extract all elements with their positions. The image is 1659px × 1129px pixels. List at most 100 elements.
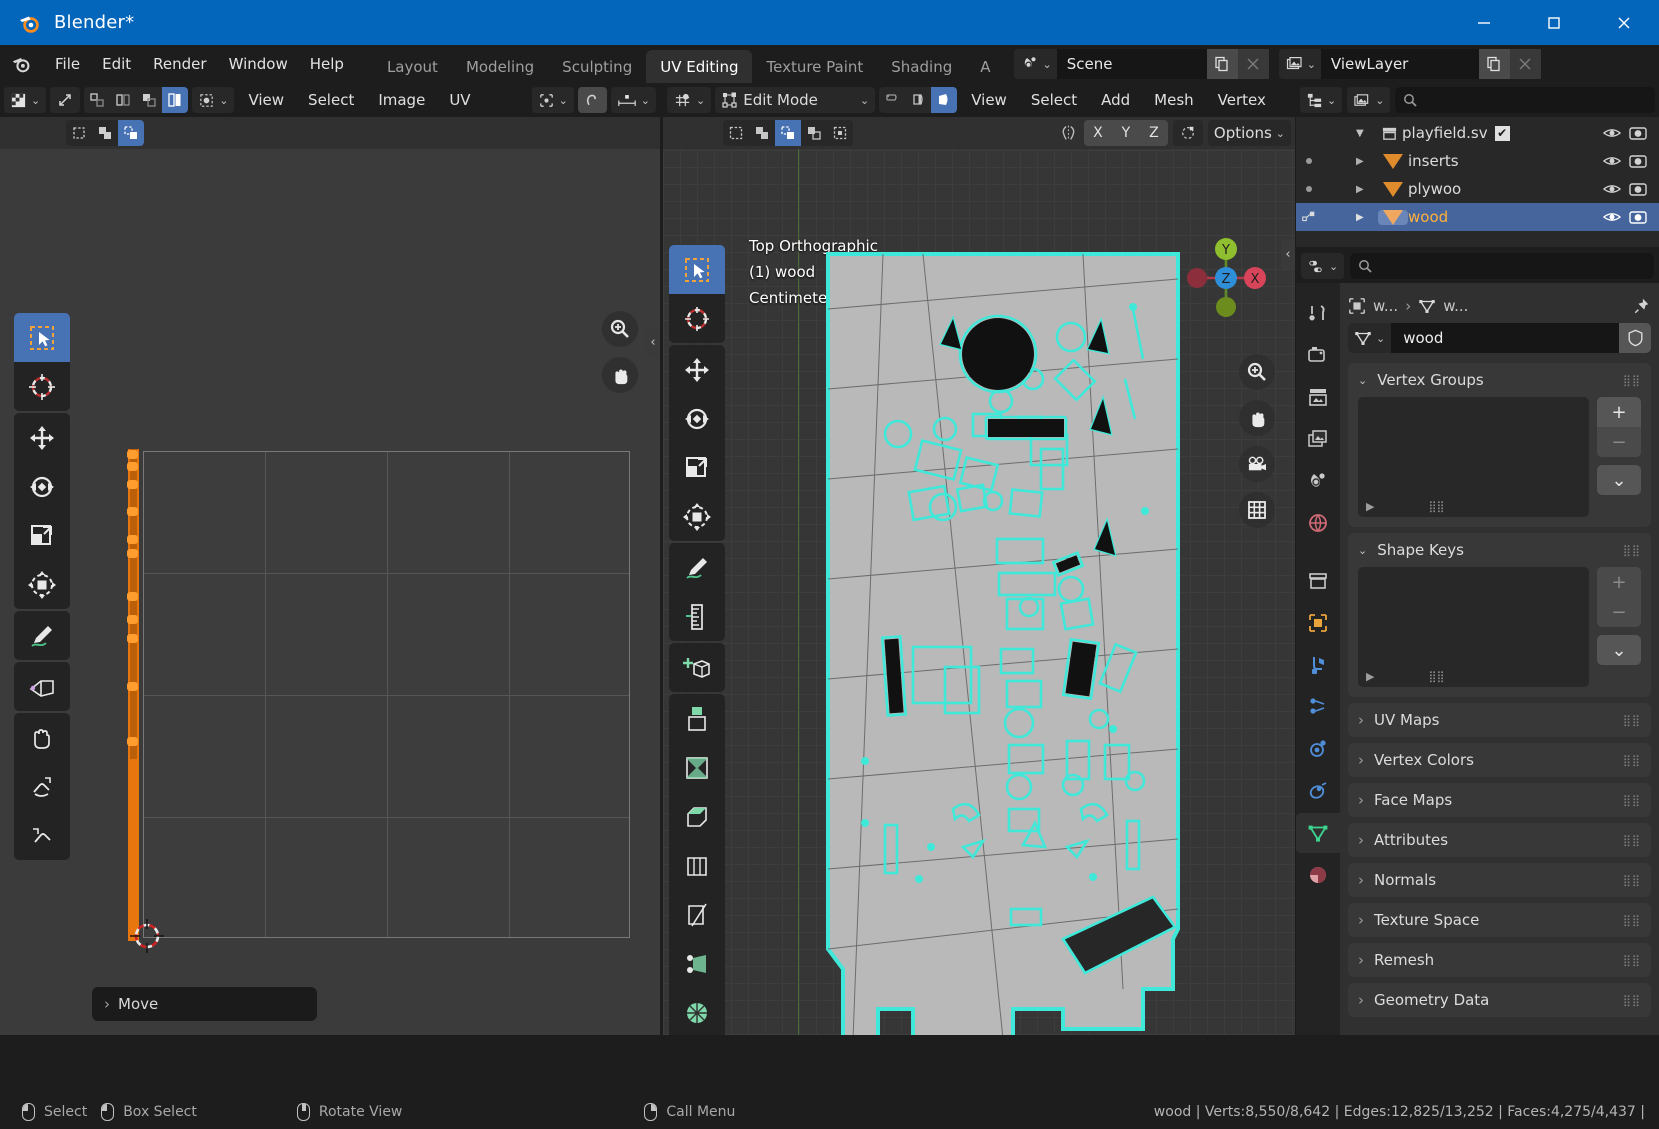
chevron-right-icon[interactable]: ▶ (1366, 670, 1374, 683)
uv-tool-pinch-brush[interactable] (14, 811, 70, 860)
uv-tool-move[interactable] (14, 413, 70, 462)
uv-proportional-editing-toggle[interactable]: ⌄ (610, 87, 656, 113)
add-shape-key-button[interactable]: + (1597, 567, 1641, 597)
toggle-ortho-gizmo[interactable] (1239, 492, 1275, 528)
uv-sticky-disabled[interactable] (66, 120, 92, 146)
expand-triangle-icon[interactable]: ▶ (1356, 212, 1378, 223)
breadcrumb-object-label[interactable]: w... (1373, 297, 1398, 315)
pan-gizmo[interactable] (602, 357, 638, 393)
v3d-tool-spin[interactable] (669, 988, 725, 1035)
uv-menu-view[interactable]: View (238, 87, 294, 113)
v3d-tool-extrude-region[interactable] (669, 694, 725, 743)
panel-shape-keys-header[interactable]: ⌄ Shape Keys ⣿⣿ (1348, 533, 1651, 567)
mirror-axis-y[interactable]: Y (1111, 120, 1140, 146)
new-scene-button[interactable] (1206, 49, 1238, 79)
properties-tab-render[interactable] (1296, 335, 1340, 375)
panel-geometry-data[interactable]: › Geometry Data ⣿⣿ (1348, 983, 1651, 1017)
v3d-tool-transform[interactable] (669, 492, 725, 541)
new-viewlayer-button[interactable] (1478, 49, 1510, 79)
viewport-navigation-gizmo[interactable]: Y Z X (1187, 238, 1271, 319)
properties-editor-type-selector[interactable]: ⌄ (1301, 253, 1345, 279)
v3d-select-set[interactable] (723, 120, 749, 146)
v3d-select-extend[interactable] (749, 120, 775, 146)
camera-icon[interactable] (1625, 153, 1651, 169)
v3d-tool-add-cube[interactable] (669, 643, 725, 692)
scene-name-field[interactable]: Scene (1056, 49, 1207, 79)
drag-grip-icon[interactable]: ⣿⣿ (1623, 994, 1641, 1007)
outliner-row-wood[interactable]: ▶ wood (1296, 203, 1659, 231)
v3d-select-subtract[interactable] (801, 120, 827, 146)
properties-tab-constraints[interactable] (1296, 771, 1340, 811)
camera-view-gizmo[interactable] (1239, 446, 1275, 482)
v3d-vertex-select-mode[interactable] (879, 87, 905, 113)
uv-edge-select-mode[interactable] (110, 87, 136, 113)
eye-icon[interactable] (1599, 182, 1625, 196)
properties-tab-collection[interactable] (1296, 561, 1340, 601)
v3d-tool-bevel[interactable] (669, 792, 725, 841)
uv-sticky-shared-location[interactable] (92, 120, 118, 146)
uv-editor-type-selector[interactable]: ⌄ (4, 87, 47, 113)
panel-vertex-groups-header[interactable]: ⌄ Vertex Groups ⣿⣿ (1348, 363, 1651, 397)
uv-canvas[interactable]: ‹ › Move (0, 149, 660, 1035)
drag-grip-icon[interactable]: ⣿⣿ (1623, 374, 1641, 387)
uv-pivot-point-selector[interactable]: ⌄ (192, 87, 235, 113)
v3d-menu-mesh[interactable]: Mesh (1144, 87, 1204, 113)
workspace-tab-layout[interactable]: Layout (373, 50, 452, 83)
v3d-menu-view[interactable]: View (961, 87, 1017, 113)
vertex-groups-list[interactable]: ▶ ⣿⣿ (1358, 397, 1589, 517)
workspace-tab-modeling[interactable]: Modeling (452, 50, 548, 83)
outliner-filter-selector[interactable]: ⌄ (1347, 87, 1391, 113)
outliner-search-input[interactable] (1395, 87, 1655, 113)
v3d-menu-vertex[interactable]: Vertex (1208, 87, 1276, 113)
workspace-tab-animation[interactable]: A (966, 50, 1004, 83)
v3d-tool-loop-cut[interactable] (669, 841, 725, 890)
eye-icon[interactable] (1599, 210, 1625, 224)
breadcrumb-data-label[interactable]: w... (1443, 297, 1468, 315)
drag-grip-icon[interactable]: ⣿⣿ (1623, 914, 1641, 927)
zoom-gizmo[interactable] (1239, 354, 1275, 390)
outliner-row-inserts[interactable]: ▶ inserts (1296, 147, 1659, 175)
camera-icon[interactable] (1625, 209, 1651, 225)
drag-grip-icon[interactable]: ⣿⣿ (1623, 834, 1641, 847)
panel-normals[interactable]: › Normals ⣿⣿ (1348, 863, 1651, 897)
properties-tab-particles[interactable] (1296, 687, 1340, 727)
uv-tool-tweak[interactable] (14, 313, 70, 362)
uv-menu-select[interactable]: Select (298, 87, 364, 113)
remove-shape-key-button[interactable]: − (1597, 597, 1641, 627)
uv-sticky-shared-vertex[interactable] (118, 120, 144, 146)
vertex-group-specials-button[interactable]: ⌄ (1597, 465, 1641, 495)
mirror-axis-x[interactable]: X (1083, 120, 1112, 146)
panel-face-maps[interactable]: › Face Maps ⣿⣿ (1348, 783, 1651, 817)
v3d-tool-knife[interactable] (669, 890, 725, 939)
zoom-gizmo[interactable] (602, 311, 638, 347)
drag-grip-icon[interactable]: ⣿⣿ (1623, 754, 1641, 767)
drag-grip-icon[interactable]: ⣿⣿ (1623, 954, 1641, 967)
pan-gizmo[interactable] (1239, 400, 1275, 436)
uv-face-select-mode[interactable] (136, 87, 162, 113)
properties-tab-physics[interactable] (1296, 729, 1340, 769)
3d-viewport-canvas[interactable]: Top Orthographic (1) wood Centimeters Y … (663, 149, 1295, 1035)
v3d-tool-poly-build[interactable] (669, 939, 725, 988)
uv-snap-toggle[interactable] (577, 87, 607, 113)
mesh-name-field[interactable]: wood (1391, 323, 1619, 353)
resize-grip-icon[interactable]: ⣿⣿ (1428, 500, 1444, 513)
resize-grip-icon[interactable]: ⣿⣿ (1428, 670, 1444, 683)
uv-tool-scale[interactable] (14, 511, 70, 560)
menu-window[interactable]: Window (218, 45, 299, 83)
menu-render[interactable]: Render (142, 45, 217, 83)
v3d-snap-selector[interactable]: ⌄ (667, 87, 712, 113)
eye-icon[interactable] (1599, 126, 1625, 140)
outliner-row-playfield[interactable]: ▼ playfield.sv ✔ (1296, 119, 1659, 147)
shape-key-specials-button[interactable]: ⌄ (1597, 635, 1641, 665)
pin-icon[interactable] (1633, 297, 1651, 315)
uv-sync-selection-toggle[interactable] (50, 87, 81, 113)
uv-tool-cursor[interactable] (14, 362, 70, 411)
remove-vertex-group-button[interactable]: − (1597, 427, 1641, 457)
menu-edit[interactable]: Edit (91, 45, 142, 83)
properties-tab-output[interactable] (1296, 377, 1340, 417)
expand-triangle-icon[interactable]: ▼ (1356, 128, 1376, 139)
uv-tool-relax-brush[interactable] (14, 762, 70, 811)
eye-icon[interactable] (1599, 154, 1625, 168)
shape-keys-list[interactable]: ▶ ⣿⣿ (1358, 567, 1589, 687)
uv-menu-image[interactable]: Image (368, 87, 435, 113)
